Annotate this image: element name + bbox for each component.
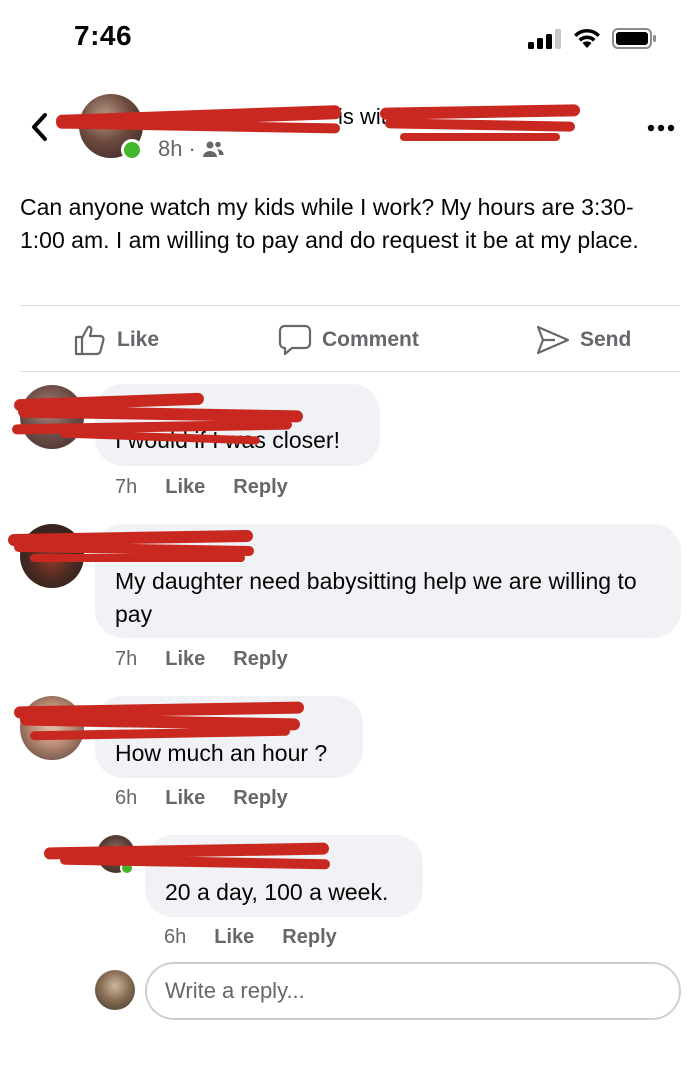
comment-actions: 6h Like Reply: [164, 926, 337, 949]
send-arrow-icon: [536, 325, 570, 355]
separator-dot: ·: [188, 136, 196, 161]
comment-reply-button[interactable]: Reply: [233, 648, 287, 671]
status-bar: 7:46: [0, 0, 700, 80]
comment-reply-button[interactable]: Reply: [233, 787, 287, 810]
redaction-mark: [30, 554, 245, 562]
online-status-dot: [121, 139, 143, 161]
redaction-mark: [384, 118, 576, 132]
divider: [20, 305, 680, 306]
comment-time[interactable]: 6h: [164, 926, 186, 949]
comment-actions: 6h Like Reply: [115, 787, 288, 810]
comment-time[interactable]: 7h: [115, 476, 137, 499]
like-button[interactable]: Like: [73, 318, 159, 362]
comment-text: My daughter need babysitting help we are…: [115, 568, 637, 627]
friends-icon[interactable]: [202, 140, 224, 158]
back-arrow-icon[interactable]: [26, 110, 52, 144]
redaction-mark: [379, 104, 581, 120]
comment-label: Comment: [322, 328, 419, 351]
comment-like-button[interactable]: Like: [165, 787, 205, 810]
post-text: Can anyone watch my kids while I work? M…: [20, 194, 639, 253]
comment-text: How much an hour ?: [115, 740, 328, 766]
post-time[interactable]: 8h: [158, 136, 182, 162]
comment-actions: 7h Like Reply: [115, 476, 288, 499]
comment-like-button[interactable]: Like: [214, 926, 254, 949]
comment-button[interactable]: Comment: [278, 318, 419, 362]
send-label: Send: [580, 328, 632, 351]
like-label: Like: [117, 328, 160, 351]
comment-bubble-icon: [278, 324, 312, 356]
comment-like-button[interactable]: Like: [165, 648, 205, 671]
reply-input[interactable]: [145, 962, 681, 1020]
comment-time[interactable]: 6h: [115, 787, 137, 810]
comment-text: 20 a day, 100 a week.: [165, 879, 389, 905]
comment-actions: 7h Like Reply: [115, 648, 288, 671]
comment-time[interactable]: 7h: [115, 648, 137, 671]
current-user-avatar: [95, 970, 135, 1010]
status-time: 7:46: [74, 20, 133, 51]
comment-reply-button[interactable]: Reply: [233, 476, 287, 499]
comment-reply-button[interactable]: Reply: [282, 926, 336, 949]
post-meta: 8h ·: [158, 136, 224, 162]
more-options-icon[interactable]: [646, 118, 676, 138]
wifi-icon: [574, 28, 600, 48]
battery-icon: [612, 28, 656, 49]
redaction-mark: [400, 133, 560, 141]
send-button[interactable]: Send: [536, 318, 631, 362]
divider: [20, 371, 680, 372]
comment-like-button[interactable]: Like: [165, 476, 205, 499]
thumbs-up-icon: [74, 325, 105, 356]
cellular-signal-icon: [528, 29, 561, 49]
